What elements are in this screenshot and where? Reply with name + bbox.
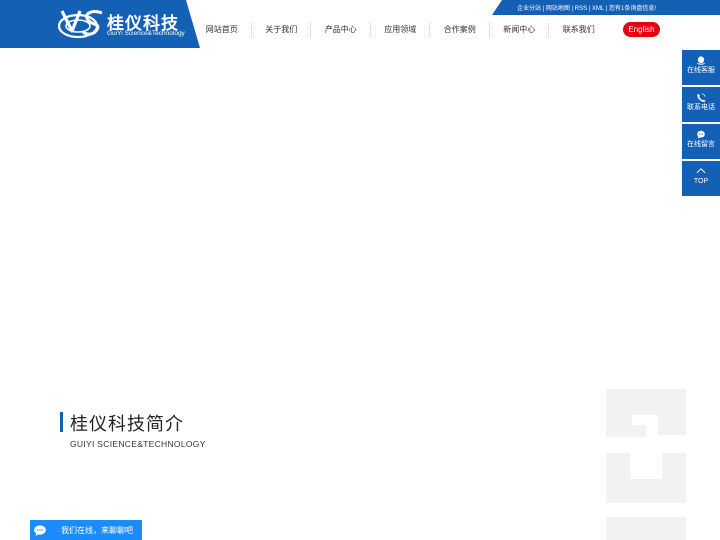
nav-item-cases[interactable]: 合作案例 [430,19,490,41]
about-subtitle: GUIYI SCIENCE&TECHNOLOGY [70,439,206,449]
main-nav: 网站首页 关于我们 产品中心 应用领域 合作案例 新闻中心 联系我们 [192,19,609,41]
top-links[interactable]: 企业分站 | 网站地图 | RSS | XML | 您有1条询盘信息! [517,3,656,12]
nav-item-about[interactable]: 关于我们 [252,19,312,41]
title-accent-bar [60,412,63,432]
chat-label: 我们在线，来聊聊吧 [61,526,133,535]
sidebar-item-phone[interactable]: 联系电话 [682,87,720,122]
brand-name-en: GuiYi Science&Technology [107,30,185,37]
floating-sidebar: 在线客服 联系电话 在线留言 TOP [682,50,720,198]
nav-item-applications[interactable]: 应用领域 [371,19,431,41]
nav-item-news[interactable]: 新闻中心 [490,19,550,41]
sidebar-label: 联系电话 [687,104,715,111]
phone-icon [697,93,706,102]
sidebar-item-customer-service[interactable]: 在线客服 [682,50,720,85]
nav-item-products[interactable]: 产品中心 [311,19,371,41]
page: 桂仪科技 GuiYi Science&Technology 企业分站 | 网站地… [0,0,720,540]
chat-bubble-icon [34,525,46,536]
arrow-up-icon [696,168,706,174]
nav-item-contact[interactable]: 联系我们 [549,19,609,41]
english-button[interactable]: English [623,22,660,37]
site-header: 桂仪科技 GuiYi Science&Technology 企业分站 | 网站地… [0,0,720,48]
online-chat-bar[interactable]: 我们在线，来聊聊吧 [30,520,142,540]
gui-watermark [606,389,686,540]
sidebar-item-message[interactable]: 在线留言 [682,124,720,159]
sidebar-label: 在线客服 [687,67,715,74]
logo-icon[interactable] [58,9,104,39]
sidebar-item-top[interactable]: TOP [682,161,720,196]
message-icon [697,130,705,139]
about-title: 桂仪科技简介 [70,414,184,434]
nav-item-home[interactable]: 网站首页 [192,19,252,41]
sidebar-label: 在线留言 [687,141,715,148]
sidebar-label: TOP [693,178,709,185]
customer-service-icon [696,56,706,65]
